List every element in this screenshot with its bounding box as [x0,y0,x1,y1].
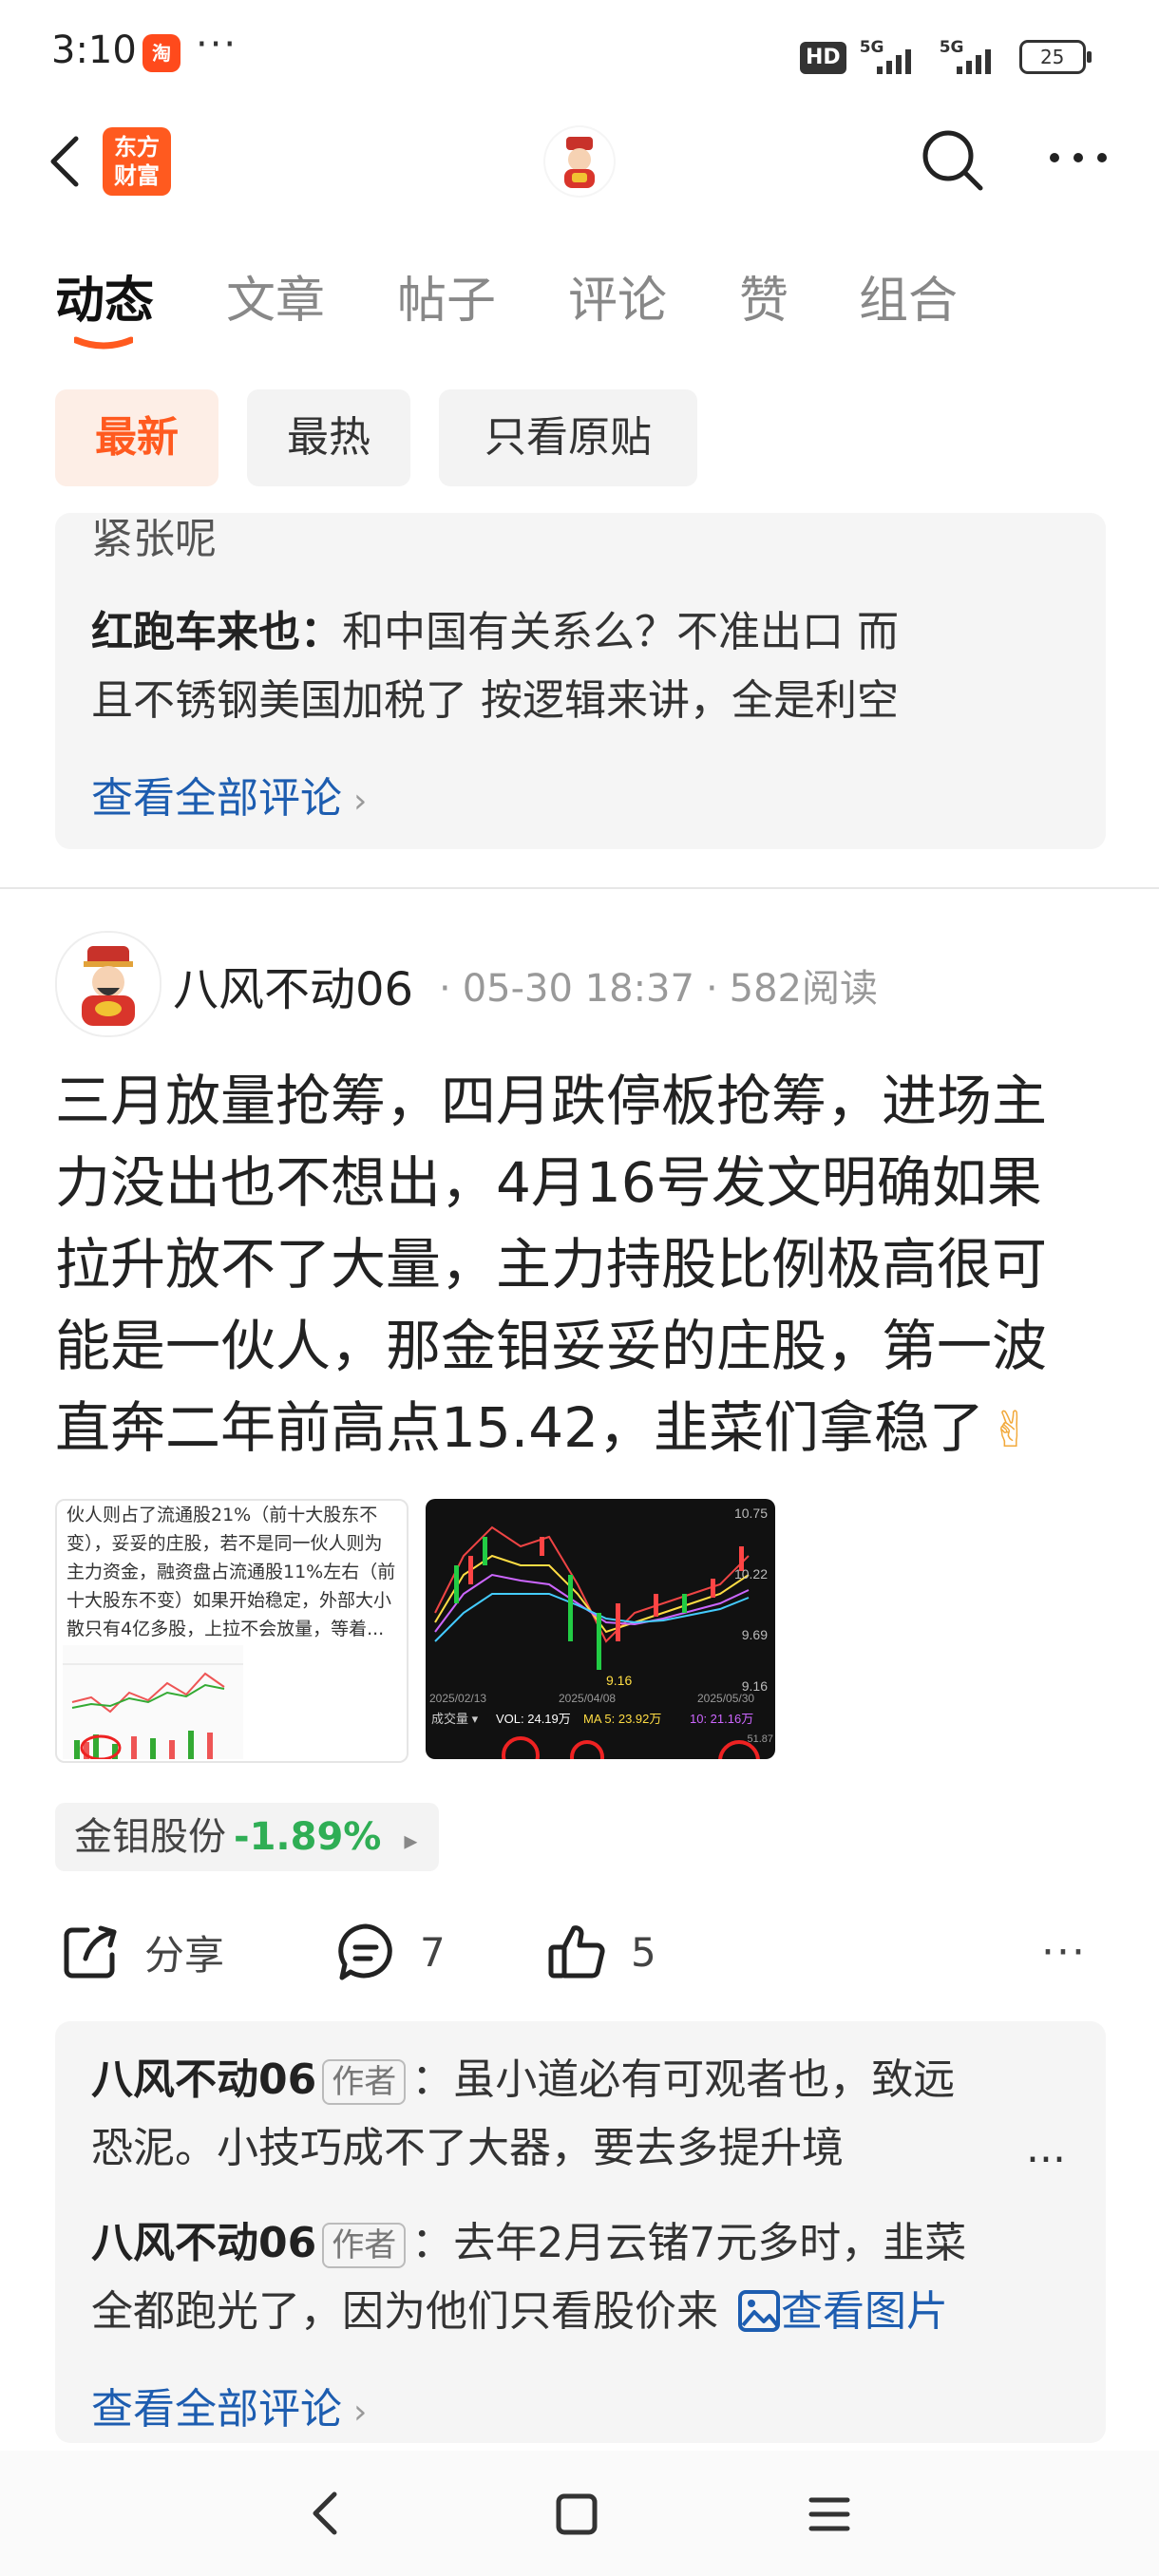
search-icon[interactable] [918,125,986,194]
see-all-comments-link[interactable]: 查看全部评论 › [91,764,367,824]
chevron-right-icon: ▸ [404,1825,418,1856]
taobao-notification-icon: 淘 [142,34,180,72]
filter-latest[interactable]: 最新 [55,389,218,486]
date-label: 2025/05/30 [697,1692,754,1705]
post-image-2[interactable]: 10.75 10.22 9.69 9.16 9.16 2025/02/13 20… [426,1499,775,1759]
volume-selector: 成交量 ▾ [431,1712,479,1726]
tab-comments[interactable]: 评论 [568,260,667,331]
comment-line: 红跑车来也：和中国有关系么？不准出口 而 [91,608,899,656]
comment-line[interactable]: 八风不动06 作者 ：去年2月云锗7元多时，韭菜 [91,2209,966,2278]
mini-chart-icon [63,1645,243,1759]
nav-menu-icon[interactable] [808,2492,851,2536]
signal-icon: 5G [940,38,1006,74]
post-author-avatar[interactable] [55,931,162,1037]
comment-line: 且不锈钢美国加税了 按逻辑来讲，全是利空 [91,676,899,725]
divider [0,887,1159,889]
status-bar: 3:10 淘 ··· HD 5G 5G 25 [0,0,1159,104]
more-options-icon[interactable] [1045,139,1112,177]
comment-ellipsis: ... [1026,2124,1066,2172]
filter-original-only[interactable]: 只看原贴 [439,389,697,486]
caishen-avatar-icon [545,127,614,196]
app-logo[interactable]: 东方 财富 [103,127,171,196]
price-label: 9.69 [742,1627,768,1642]
kline-chart-icon: 10.75 10.22 9.69 9.16 9.16 2025/02/13 20… [429,1506,773,1759]
victory-emoji-icon: ✌ [990,1402,1032,1459]
back-arrow-icon[interactable] [46,133,84,190]
ma10-value: 10: 21.16万 [690,1712,753,1726]
share-button[interactable]: 分享 [59,1909,224,1995]
more-notifications-icon: ··· [196,23,238,66]
author-tag: 作者 [322,2223,407,2268]
comment-line[interactable]: 全都跑光了，因为他们只看股价来 查看图片 [91,2278,948,2346]
tab-portfolios[interactable]: 组合 [859,260,958,331]
post-reads: 582阅读 [729,967,879,1011]
tab-articles[interactable]: 文章 [226,260,325,331]
comment-line[interactable]: 恐泥。小技巧成不了大器，要去多提升境 [91,2114,844,2183]
like-button[interactable]: 5 [545,1909,656,1995]
price-label: 10.75 [734,1506,768,1521]
hd-voice-icon: HD [800,42,846,74]
see-all-comments-link[interactable]: 查看全部评论 › [91,2375,367,2435]
side-value: 51.87 [747,1733,773,1745]
comment-line[interactable]: 八风不动06 作者 ：虽小道必有可观者也，致远 [91,2046,955,2114]
signal-icon: 5G [860,38,926,74]
nav-back-icon[interactable] [306,2485,344,2542]
comment-author[interactable]: 八风不动06 [91,2219,316,2267]
image-icon [738,2290,780,2332]
comment-author[interactable]: 红跑车来也： [91,608,342,656]
comment-icon [338,1923,392,1980]
battery-icon: 25 [1018,40,1092,74]
more-options-icon: ··· [1041,1927,1087,1977]
tab-likes[interactable]: 赞 [739,260,788,331]
post-author-name[interactable]: 八风不动06 [173,952,413,1018]
nav-home-icon[interactable] [555,2492,598,2536]
tab-active-indicator [74,336,133,350]
status-indicators: HD 5G 5G 25 [800,36,1092,74]
post-body[interactable]: 三月放量抢筹，四月跌停板抢筹，进场主 力没出也不想出，4月16号发文明确如果 拉… [55,1060,1110,1471]
post-image-1[interactable]: 伙人则占了流通股21%（前十大股东不 变），妥妥的庄股，若不是同一伙人则为 主力… [55,1499,408,1763]
post-meta: · 05-30 18:37 · 582阅读 [439,967,879,1011]
comment-author[interactable]: 八风不动06 [91,2055,316,2104]
status-time: 3:10 [51,28,137,72]
comment-partial-text: 紧张呢 [91,515,217,563]
post-time: 05-30 18:37 [462,967,694,1011]
author-tag: 作者 [322,2059,407,2105]
share-icon [64,1925,117,1979]
post-more-button[interactable]: ··· [1041,1909,1087,1995]
view-picture-link[interactable]: 查看图片 [737,2287,948,2336]
ma5-value: MA 5: 23.92万 [583,1712,661,1726]
date-label: 2025/02/13 [429,1692,486,1705]
user-avatar[interactable] [543,125,616,198]
caishen-avatar-icon [57,933,160,1035]
comment-button[interactable]: 7 [334,1909,446,1995]
date-label: 2025/04/08 [559,1692,616,1705]
filter-hottest[interactable]: 最热 [247,389,410,486]
vol-value: VOL: 24.19万 [496,1712,571,1726]
tab-dynamics[interactable]: 动态 [55,260,154,331]
low-price-label: 9.16 [606,1673,632,1688]
stock-tag[interactable]: 金钼股份 -1.89% ▸ [55,1803,439,1871]
thumbs-up-icon [548,1925,605,1979]
tab-posts[interactable]: 帖子 [397,260,496,331]
price-label: 10.22 [734,1566,768,1582]
system-navigation-bar [0,2451,1159,2576]
